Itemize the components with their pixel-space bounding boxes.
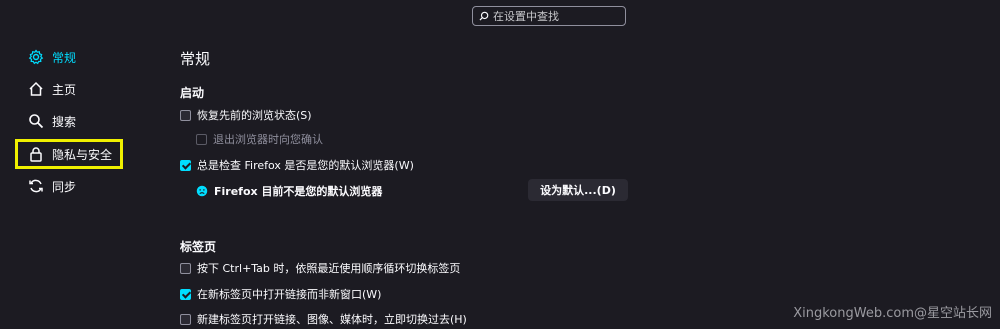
sidebar-item-label: 隐私与安全: [52, 147, 113, 162]
checkbox-box[interactable]: [180, 159, 191, 171]
checkbox-label: 总是检查 Firefox 是否是您的默认浏览器(W): [197, 159, 414, 172]
sidebar-item-general[interactable]: 常规: [28, 46, 76, 68]
search-icon: [479, 11, 489, 21]
sidebar-item-privacy-security[interactable]: 隐私与安全: [28, 143, 112, 165]
sidebar-item-label: 同步: [52, 179, 77, 194]
search-icon: [29, 114, 44, 129]
sidebar-item-label: 搜索: [52, 114, 77, 129]
settings-search-box[interactable]: [472, 6, 626, 26]
checkbox-label: 新建标签页打开链接、图像、媒体时，立即切换过去(H): [197, 313, 467, 326]
watermark: XingkongWeb.com@星空站长网: [793, 306, 992, 321]
sidebar-item-label: 常规: [52, 50, 77, 65]
sync-icon: [29, 179, 43, 193]
ctrl-tab-checkbox[interactable]: 按下 Ctrl+Tab 时，依照最近使用顺序循环切换标签页: [180, 260, 460, 276]
section-heading-tabs: 标签页: [180, 240, 217, 254]
sidebar-item-label: 主页: [52, 82, 77, 97]
home-icon: [29, 81, 43, 96]
check-default-browser-checkbox[interactable]: 总是检查 Firefox 是否是您的默认浏览器(W): [180, 157, 414, 173]
checkbox-label: 按下 Ctrl+Tab 时，依照最近使用顺序循环切换标签页: [197, 262, 461, 275]
page-title: 常规: [180, 50, 211, 68]
sad-face-icon: [196, 185, 208, 197]
checkbox-box: [196, 133, 207, 145]
section-heading-startup: 启动: [180, 86, 205, 100]
checkbox-label: 在新标签页中打开链接而非新窗口(W): [197, 288, 382, 301]
sidebar-item-sync[interactable]: 同步: [28, 175, 76, 197]
status-text: Firefox 目前不是您的默认浏览器: [214, 185, 383, 198]
switch-to-new-tab-checkbox[interactable]: 新建标签页打开链接、图像、媒体时，立即切换过去(H): [180, 311, 467, 327]
warn-on-quit-checkbox: 退出浏览器时向您确认: [196, 131, 323, 147]
checkbox-box[interactable]: [180, 262, 191, 274]
gear-icon: [28, 49, 44, 65]
restore-session-checkbox[interactable]: 恢复先前的浏览状态(S): [180, 107, 312, 123]
checkbox-box[interactable]: [180, 109, 191, 121]
lock-icon: [30, 147, 42, 162]
checkbox-label: 退出浏览器时向您确认: [213, 133, 323, 146]
checkbox-box[interactable]: [180, 288, 191, 300]
search-input[interactable]: [493, 9, 625, 23]
open-links-in-tabs-checkbox[interactable]: 在新标签页中打开链接而非新窗口(W): [180, 286, 381, 302]
sidebar-item-home[interactable]: 主页: [28, 78, 76, 100]
checkbox-box[interactable]: [180, 313, 191, 325]
default-browser-status: Firefox 目前不是您的默认浏览器: [196, 183, 382, 199]
checkbox-label: 恢复先前的浏览状态(S): [197, 109, 312, 122]
sidebar-item-search[interactable]: 搜索: [28, 110, 76, 132]
set-default-button[interactable]: 设为默认...(D): [528, 179, 628, 201]
